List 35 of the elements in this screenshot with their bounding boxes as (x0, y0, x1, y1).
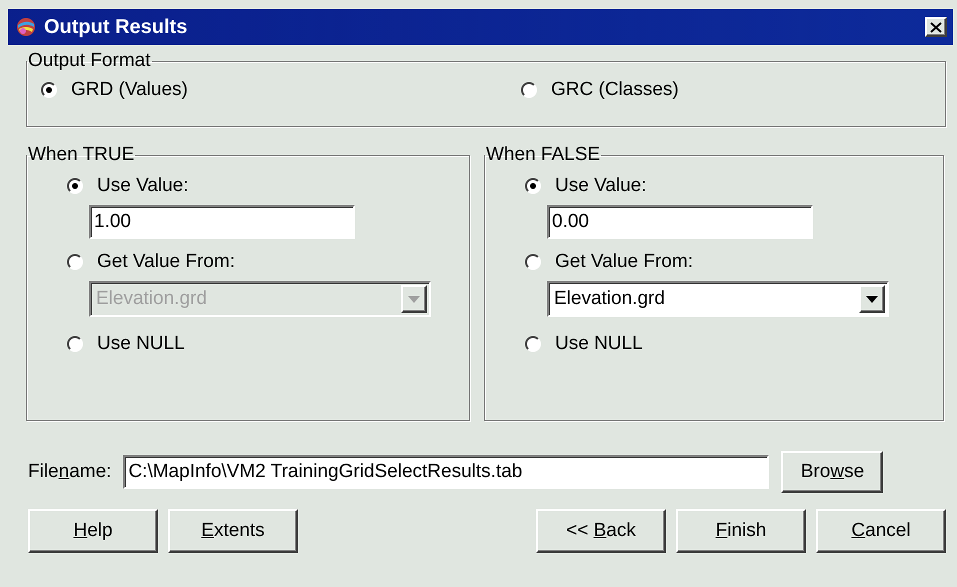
radio-button[interactable] (525, 336, 541, 352)
caret-icon (408, 296, 420, 302)
radio-button[interactable] (67, 336, 83, 352)
group-title: When FALSE (485, 145, 602, 165)
dropdown[interactable]: Elevation.grd (547, 281, 889, 317)
radio-button[interactable] (67, 178, 83, 194)
dialog-button[interactable]: Finish (676, 509, 806, 553)
dialog-button[interactable]: Cancel (816, 509, 946, 553)
dialog-button[interactable]: << Back (536, 509, 666, 553)
radio-label: GRC (Classes) (551, 79, 679, 101)
group-title: Output Format (27, 51, 152, 71)
radio-label: Get Value From: (555, 251, 693, 273)
radio-button[interactable] (41, 82, 57, 98)
dialog-button[interactable]: Extents (168, 509, 298, 553)
radio-label: Use NULL (97, 333, 185, 355)
filename-field[interactable]: C:\MapInfo\VM2 TrainingGridSelectResults.tab (123, 455, 770, 489)
dialog-button[interactable]: Help (28, 509, 158, 553)
browse-button[interactable]: Browse (781, 451, 884, 493)
window-title: Output Results (44, 16, 188, 38)
radio-button[interactable] (525, 254, 541, 270)
radio-label: Use Value: (555, 175, 647, 197)
group-title: When TRUE (27, 145, 136, 165)
radio-label: GRD (Values) (71, 79, 188, 101)
caret-icon (866, 296, 878, 302)
globe-icon (16, 17, 36, 37)
radio-label: Use NULL (555, 333, 643, 355)
close-button[interactable] (925, 17, 947, 37)
value-field[interactable]: 0.00 (547, 205, 813, 239)
value-field[interactable]: 1.00 (89, 205, 355, 239)
radio-button[interactable] (525, 178, 541, 194)
radio-button[interactable] (521, 82, 537, 98)
radio-label: Use Value: (97, 175, 189, 197)
close-icon (930, 22, 942, 32)
filename-label: Filename: (28, 461, 112, 483)
radio-label: Get Value From: (97, 251, 235, 273)
